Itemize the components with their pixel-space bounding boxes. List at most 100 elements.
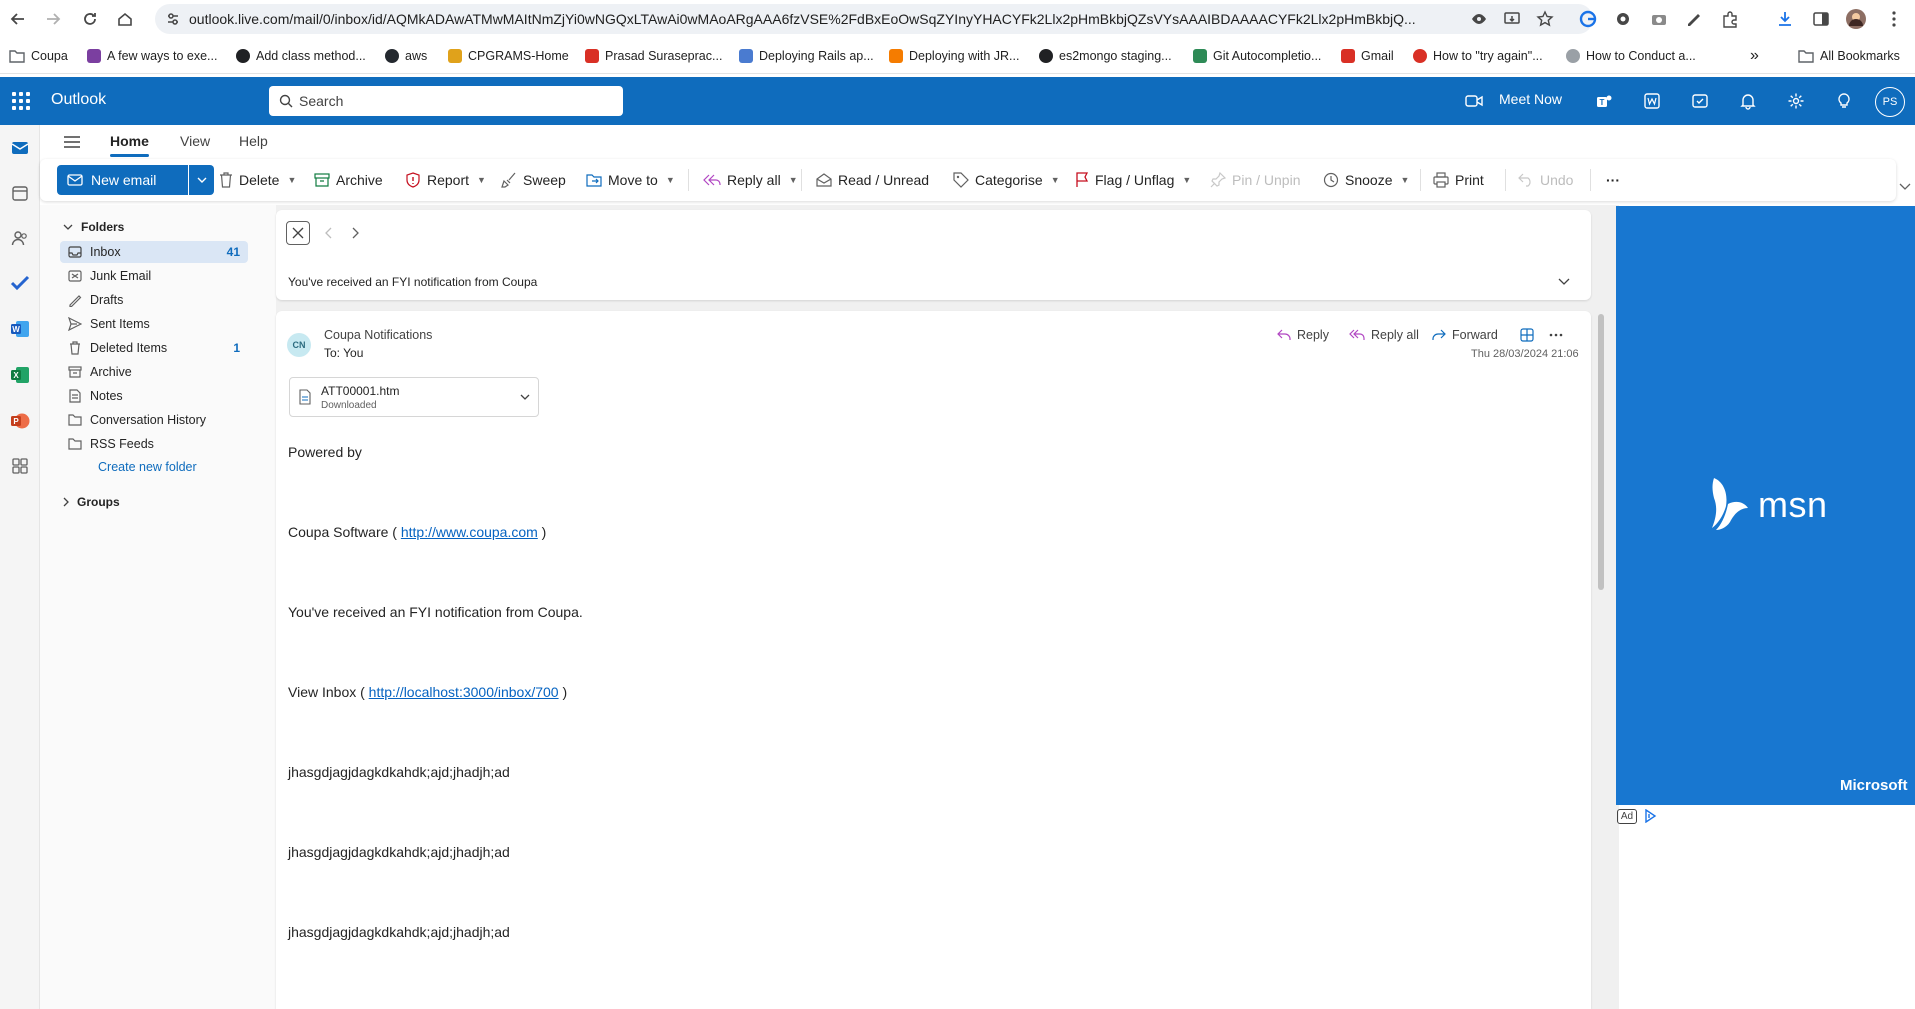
forward-icon[interactable] <box>41 7 65 31</box>
app-launcher-icon[interactable] <box>10 90 32 112</box>
sender-name[interactable]: Coupa Notifications <box>324 328 432 342</box>
puzzle-extension-icon[interactable] <box>1719 8 1741 30</box>
folder-item-inbox[interactable]: Inbox 41 <box>60 241 248 263</box>
sweep-button[interactable]: Sweep <box>501 169 566 191</box>
mail-icon[interactable] <box>9 137 31 159</box>
new-email-dropdown[interactable] <box>189 165 214 195</box>
undo-button[interactable]: Undo <box>1518 169 1573 191</box>
immersive-reader-icon[interactable] <box>1517 325 1537 345</box>
tab-view[interactable]: View <box>180 133 210 149</box>
bookmark-item[interactable]: Git Autocompletio... <box>1193 47 1321 65</box>
download-icon[interactable] <box>1774 8 1796 30</box>
next-message-icon[interactable] <box>351 227 359 239</box>
forward-button[interactable]: Forward <box>1432 325 1498 345</box>
folders-heading[interactable]: Folders <box>63 220 124 234</box>
reload-icon[interactable] <box>78 7 102 31</box>
folder-item-sent[interactable]: Sent Items <box>60 313 248 335</box>
video-camera-icon[interactable] <box>1462 89 1486 113</box>
tab-home[interactable]: Home <box>110 133 149 157</box>
snooze-button[interactable]: Snooze ▼ <box>1323 169 1409 191</box>
coupa-link[interactable]: http://www.coupa.com <box>401 524 538 540</box>
address-bar[interactable]: outlook.live.com/mail/0/inbox/id/AQMkADA… <box>155 4 1593 34</box>
groups-heading[interactable]: Groups <box>63 495 120 509</box>
close-icon[interactable] <box>286 221 310 245</box>
view-inbox-link[interactable]: http://localhost:3000/inbox/700 <box>369 684 559 700</box>
folder-item-junk[interactable]: Junk Email <box>60 265 248 287</box>
meet-now-button[interactable]: Meet Now <box>1499 91 1562 107</box>
account-avatar[interactable]: PS <box>1875 87 1905 117</box>
create-new-folder-link[interactable]: Create new folder <box>98 460 197 474</box>
bookmark-item[interactable]: Deploying Rails ap... <box>739 47 874 65</box>
read-unread-button[interactable]: Read / Unread <box>816 169 929 191</box>
reply-button[interactable]: Reply <box>1277 325 1329 345</box>
more-bookmarks-button[interactable]: » <box>1750 47 1759 65</box>
gear-icon[interactable] <box>1784 89 1808 113</box>
all-bookmarks-button[interactable]: All Bookmarks <box>1798 47 1900 65</box>
bookmark-item[interactable]: Coupa <box>9 47 68 65</box>
archive-button[interactable]: Archive <box>314 169 383 191</box>
sender-avatar[interactable]: CN <box>287 333 311 357</box>
advertisement-panel[interactable]: msn Microsoft <box>1616 206 1915 805</box>
bookmark-item[interactable]: es2mongo staging... <box>1039 47 1172 65</box>
excel-icon[interactable]: X <box>9 364 31 386</box>
ribbon-collapse-icon[interactable] <box>1899 183 1911 191</box>
flag-unflag-button[interactable]: Flag / Unflag ▼ <box>1075 169 1191 191</box>
reading-pane-scrollbar[interactable] <box>1598 314 1604 590</box>
search-input[interactable]: Search <box>269 86 623 116</box>
more-actions-icon[interactable] <box>1546 325 1566 345</box>
app-title[interactable]: Outlook <box>51 91 106 109</box>
print-button[interactable]: Print <box>1433 169 1484 191</box>
settings-extension-icon[interactable] <box>1612 8 1634 30</box>
bell-icon[interactable] <box>1736 89 1760 113</box>
word-icon[interactable]: W <box>9 318 31 340</box>
pen-extension-icon[interactable] <box>1683 8 1705 30</box>
site-info-icon[interactable] <box>165 11 181 27</box>
folder-item-notes[interactable]: Notes <box>60 385 248 407</box>
bookmark-item[interactable]: Add class method... <box>236 47 366 65</box>
my-day-icon[interactable] <box>1688 89 1712 113</box>
eye-off-icon[interactable] <box>1470 10 1488 28</box>
delete-button[interactable]: Delete ▼ <box>219 169 296 191</box>
bookmark-item[interactable]: How to Conduct a... <box>1566 47 1696 65</box>
todo-icon[interactable] <box>9 272 31 294</box>
chevron-down-icon[interactable] <box>1558 278 1570 286</box>
bookmark-item[interactable]: Prasad Suraseprас... <box>585 47 722 65</box>
home-icon[interactable] <box>113 7 137 31</box>
more-apps-icon[interactable] <box>9 455 31 477</box>
powerpoint-icon[interactable]: P <box>9 410 31 432</box>
install-app-icon[interactable] <box>1503 10 1521 28</box>
tab-help[interactable]: Help <box>239 133 268 149</box>
hamburger-icon[interactable] <box>64 136 80 148</box>
previous-message-icon[interactable] <box>325 227 333 239</box>
folder-item-deleted[interactable]: Deleted Items 1 <box>60 337 248 359</box>
reply-all-button[interactable]: Reply all ▼ <box>703 169 798 191</box>
bookmark-item[interactable]: aws <box>385 47 427 65</box>
pin-unpin-button[interactable]: Pin / Unpin <box>1210 169 1300 191</box>
lightbulb-icon[interactable] <box>1832 89 1856 113</box>
move-to-button[interactable]: Move to ▼ <box>586 169 675 191</box>
report-button[interactable]: Report ▼ <box>405 169 486 191</box>
url-text[interactable]: outlook.live.com/mail/0/inbox/id/AQMkADA… <box>189 11 1459 27</box>
bookmark-item[interactable]: Gmail <box>1341 47 1394 65</box>
back-icon[interactable] <box>6 7 30 31</box>
kebab-menu-icon[interactable] <box>1883 8 1905 30</box>
adchoices-icon[interactable] <box>1643 809 1657 823</box>
folder-item-drafts[interactable]: Drafts <box>60 289 248 311</box>
folder-item-archive[interactable]: Archive <box>60 361 248 383</box>
bookmark-star-icon[interactable] <box>1536 10 1554 28</box>
camera-extension-icon[interactable] <box>1648 8 1670 30</box>
new-email-button[interactable]: New email <box>57 165 188 195</box>
chevron-down-icon[interactable] <box>520 394 530 400</box>
profile-avatar-icon[interactable] <box>1845 8 1867 30</box>
attachment-card[interactable]: ATT00001.htm Downloaded <box>289 377 539 417</box>
bookmark-item[interactable]: A few ways to exe... <box>87 47 217 65</box>
side-panel-icon[interactable] <box>1810 8 1832 30</box>
bookmark-item[interactable]: How to "try again"... <box>1413 47 1543 65</box>
folder-item-conversation-history[interactable]: Conversation History <box>60 409 248 431</box>
word-notes-icon[interactable] <box>1640 89 1664 113</box>
calendar-icon[interactable] <box>9 182 31 204</box>
reply-all-button[interactable]: Reply all <box>1349 325 1419 345</box>
people-icon[interactable] <box>9 227 31 249</box>
google-extension-icon[interactable] <box>1577 8 1599 30</box>
categorise-button[interactable]: Categorise ▼ <box>953 169 1060 191</box>
